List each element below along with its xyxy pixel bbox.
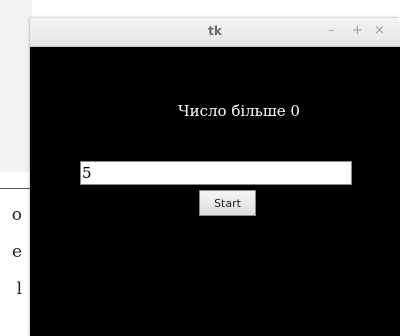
background-text-line-1: о: [11, 205, 22, 225]
maximize-icon[interactable]: +: [352, 23, 363, 38]
prompt-label: Число більше 0: [178, 102, 300, 120]
start-button[interactable]: Start: [199, 190, 256, 216]
tk-window: tk – + × Число більше 0 Start: [30, 18, 400, 336]
number-input[interactable]: [80, 161, 352, 185]
window-content: Число більше 0 Start: [30, 47, 400, 336]
background-text-line-3: l: [16, 279, 22, 299]
background-text-line-2: е: [11, 242, 22, 262]
window-titlebar[interactable]: tk – + ×: [30, 18, 400, 47]
background-divider: [0, 188, 34, 189]
background-document-panel: [0, 0, 32, 172]
minimize-icon[interactable]: –: [328, 23, 335, 38]
window-title: tk: [208, 24, 222, 38]
close-icon[interactable]: ×: [374, 23, 385, 38]
